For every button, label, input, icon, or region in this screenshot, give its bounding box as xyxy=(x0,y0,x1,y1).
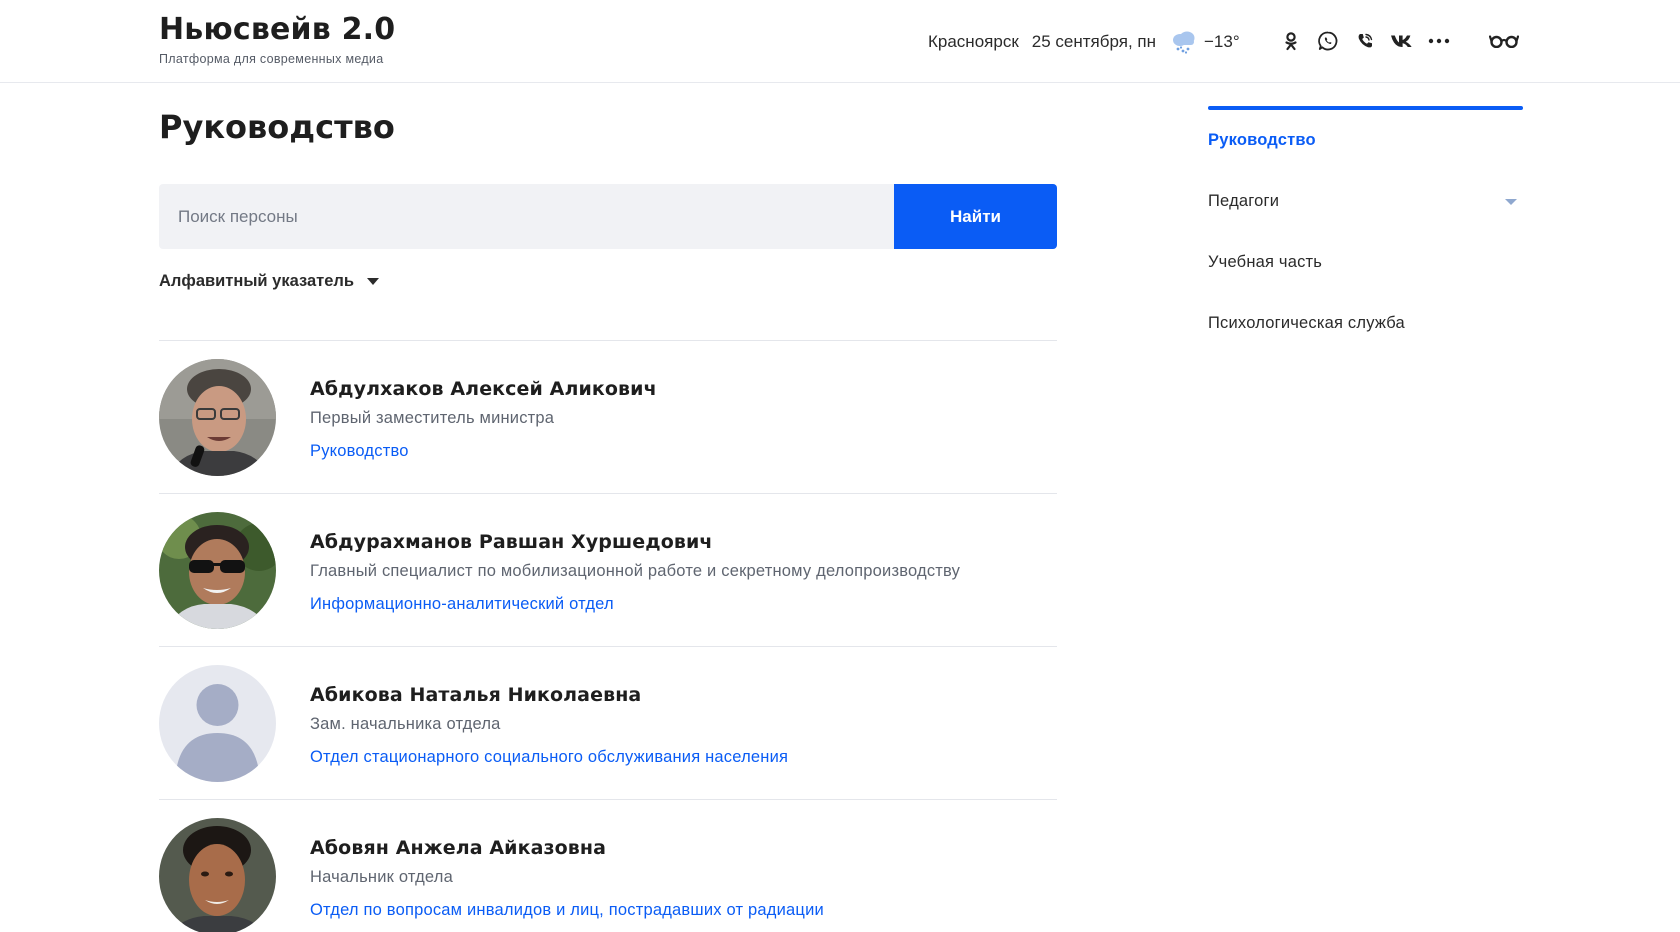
person-info: Абикова Наталья Николаевна Зам. начальни… xyxy=(310,684,788,767)
city-label[interactable]: Красноярск xyxy=(928,32,1019,52)
site-header: Ньюсвейв 2.0 Платформа для современных м… xyxy=(0,0,1680,83)
site-subtitle: Платформа для современных медиа xyxy=(159,52,384,66)
sidebar-item-teachers[interactable]: Педагоги xyxy=(1208,171,1523,232)
person-name[interactable]: Абдулхаков Алексей Аликович xyxy=(310,378,657,400)
social-links xyxy=(1278,28,1463,54)
date-label: 25 сентября, пн xyxy=(1031,32,1156,51)
person-search: Найти xyxy=(159,184,1057,249)
viber-icon[interactable] xyxy=(1352,28,1378,54)
vk-icon[interactable] xyxy=(1389,28,1415,54)
search-input[interactable] xyxy=(159,184,894,249)
sidebar-item-label: Руководство xyxy=(1208,131,1316,149)
alphabet-index-label: Алфавитный указатель xyxy=(159,272,355,290)
caret-down-icon xyxy=(367,278,380,285)
person-position: Первый заместитель министра xyxy=(310,409,555,427)
person-info: Абдулхаков Алексей Аликович Первый замес… xyxy=(310,378,657,461)
sidebar-item-label: Педагоги xyxy=(1208,192,1280,210)
person-department-link[interactable]: Руководство xyxy=(310,442,409,461)
search-button[interactable]: Найти xyxy=(894,184,1057,249)
section-sidebar: Руководство Педагоги Учебная часть Психо… xyxy=(1208,106,1523,354)
avatar[interactable] xyxy=(159,359,276,476)
whatsapp-icon[interactable] xyxy=(1315,28,1341,54)
person-department-link[interactable]: Информационно-аналитический отдел xyxy=(310,595,614,614)
odnoklassniki-icon[interactable] xyxy=(1278,28,1304,54)
more-icon[interactable] xyxy=(1426,28,1452,54)
list-item: Абовян Анжела Айказовна Начальник отдела… xyxy=(159,799,1057,932)
list-item: Абикова Наталья Николаевна Зам. начальни… xyxy=(159,646,1057,799)
avatar[interactable] xyxy=(159,512,276,629)
avatar[interactable] xyxy=(159,818,276,932)
person-position: Зам. начальника отдела xyxy=(310,715,501,733)
avatar-placeholder[interactable] xyxy=(159,665,276,782)
list-item: Абдулхаков Алексей Аликович Первый замес… xyxy=(159,340,1057,493)
header-info: Красноярск 25 сентября, пн −13° xyxy=(928,30,1240,54)
person-name[interactable]: Абдурахманов Равшан Хуршедович xyxy=(310,531,960,553)
person-name[interactable]: Абикова Наталья Николаевна xyxy=(310,684,788,706)
brand-logo[interactable]: Ньюсвейв 2.0 Платформа для современных м… xyxy=(159,12,395,66)
snow-cloud-icon xyxy=(1170,30,1198,54)
sidebar-item-management[interactable]: Руководство xyxy=(1208,110,1523,171)
site-title[interactable]: Ньюсвейв 2.0 xyxy=(159,12,395,47)
person-position: Главный специалист по мобилизационной ра… xyxy=(310,562,961,580)
person-info: Абовян Анжела Айказовна Начальник отдела… xyxy=(310,837,824,920)
person-department-link[interactable]: Отдел стационарного социального обслужив… xyxy=(310,748,788,767)
person-name[interactable]: Абовян Анжела Айказовна xyxy=(310,837,824,859)
sidebar-item-academic-office[interactable]: Учебная часть xyxy=(1208,232,1523,293)
glasses-icon[interactable] xyxy=(1488,29,1520,53)
people-list: Абдулхаков Алексей Аликович Первый замес… xyxy=(159,340,1057,932)
temperature-label: −13° xyxy=(1203,32,1240,51)
list-item: Абдурахманов Равшан Хуршедович Главный с… xyxy=(159,493,1057,646)
alphabet-index-dropdown[interactable]: Алфавитный указатель xyxy=(159,272,380,291)
sidebar-item-psychological-service[interactable]: Психологическая служба xyxy=(1208,293,1523,354)
chevron-down-icon[interactable] xyxy=(1505,198,1517,205)
sidebar-item-label: Психологическая служба xyxy=(1208,314,1405,332)
sidebar-item-label: Учебная часть xyxy=(1208,253,1323,271)
page-title: Руководство xyxy=(159,108,395,146)
person-info: Абдурахманов Равшан Хуршедович Главный с… xyxy=(310,531,960,614)
person-department-link[interactable]: Отдел по вопросам инвалидов и лиц, постр… xyxy=(310,901,824,920)
person-position: Начальник отдела xyxy=(310,868,453,886)
